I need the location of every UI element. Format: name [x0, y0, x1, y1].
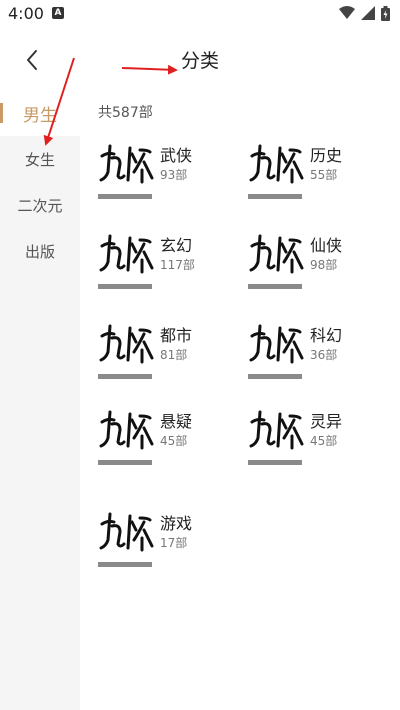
cover-underline: [98, 562, 152, 567]
category-name: 仙侠: [310, 236, 343, 255]
app-header: 分类: [0, 26, 400, 90]
cover-underline: [248, 460, 302, 465]
category-count: 17部: [160, 536, 188, 550]
sidebar-item-label: 二次元: [17, 196, 63, 215]
category-count: 55部: [310, 168, 338, 182]
category-card[interactable]: 游戏 17部: [98, 510, 238, 578]
status-time: 4:00: [8, 4, 44, 23]
wifi-icon: [339, 6, 355, 19]
category-card[interactable]: 历史 55部: [248, 142, 388, 210]
category-name: 玄幻: [160, 236, 193, 255]
signal-icon: [361, 6, 375, 20]
category-card[interactable]: 玄幻 117部: [98, 232, 238, 300]
category-name: 悬疑: [160, 412, 193, 431]
book-cover-icon: [249, 144, 304, 184]
notification-a-icon: A: [52, 7, 64, 19]
cover-underline: [248, 374, 302, 379]
page-title: 分类: [180, 50, 219, 72]
category-content: 共587部 武侠 93部 历史 55部 玄幻 117部 仙侠 98部 都市 81…: [80, 90, 400, 710]
total-count: 共587部: [98, 105, 153, 121]
cover-underline: [248, 194, 302, 199]
cover-underline: [98, 194, 152, 199]
category-count: 117部: [160, 258, 195, 272]
category-count: 45部: [310, 434, 338, 448]
book-cover-icon: [249, 324, 304, 364]
sidebar-item-label: 出版: [24, 242, 55, 261]
category-card[interactable]: 都市 81部: [98, 322, 238, 390]
active-indicator: [0, 103, 3, 123]
sidebar-item-label: 男生: [23, 105, 57, 126]
category-count: 81部: [160, 348, 188, 362]
category-name: 灵异: [310, 412, 343, 431]
category-card[interactable]: 武侠 93部: [98, 142, 238, 210]
category-name: 科幻: [310, 326, 343, 345]
sidebar-item-female[interactable]: 女生: [0, 136, 80, 182]
category-card[interactable]: 悬疑 45部: [98, 408, 238, 476]
sidebar-item-published[interactable]: 出版: [0, 228, 80, 274]
sidebar-item-male[interactable]: 男生: [0, 90, 80, 136]
category-sidebar: 男生 女生 二次元 出版: [0, 90, 80, 710]
sidebar-item-label: 女生: [24, 150, 55, 169]
cover-underline: [98, 284, 152, 289]
category-card[interactable]: 仙侠 98部: [248, 232, 388, 300]
book-cover-icon: [99, 234, 154, 274]
category-count: 93部: [160, 168, 188, 182]
book-cover-icon: [99, 410, 154, 450]
book-cover-icon: [99, 324, 154, 364]
category-count: 36部: [310, 348, 338, 362]
cover-underline: [248, 284, 302, 289]
category-name: 都市: [160, 326, 193, 345]
cover-underline: [98, 460, 152, 465]
category-name: 游戏: [160, 514, 193, 533]
category-card[interactable]: 灵异 45部: [248, 408, 388, 476]
book-cover-icon: [99, 144, 154, 184]
status-bar: 4:00 A: [0, 0, 400, 26]
status-icons: [339, 5, 390, 21]
category-count: 45部: [160, 434, 188, 448]
book-cover-icon: [249, 410, 304, 450]
category-card[interactable]: 科幻 36部: [248, 322, 388, 390]
book-cover-icon: [249, 234, 304, 274]
cover-underline: [98, 374, 152, 379]
category-name: 武侠: [160, 146, 193, 165]
category-name: 历史: [310, 146, 343, 165]
battery-charging-icon: [381, 5, 390, 21]
category-count: 98部: [310, 258, 338, 272]
sidebar-item-anime[interactable]: 二次元: [0, 182, 80, 228]
book-cover-icon: [99, 512, 154, 552]
